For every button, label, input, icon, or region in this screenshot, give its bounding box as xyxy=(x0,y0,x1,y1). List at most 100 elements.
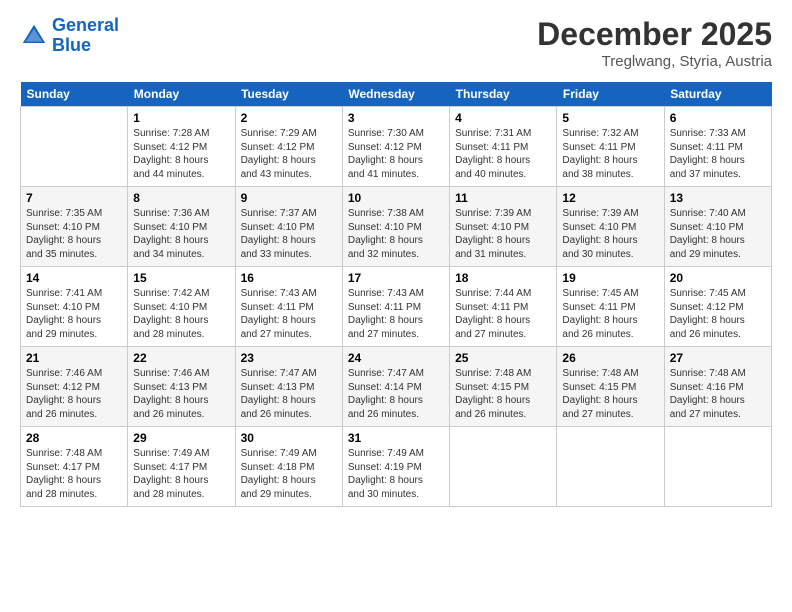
day-info: Sunrise: 7:32 AM Sunset: 4:11 PM Dayligh… xyxy=(562,127,658,181)
day-number: 6 xyxy=(670,111,766,125)
day-info: Sunrise: 7:46 AM Sunset: 4:13 PM Dayligh… xyxy=(133,367,229,421)
title-block: December 2025 Treglwang, Styria, Austria xyxy=(537,16,772,70)
day-number: 17 xyxy=(348,271,444,285)
day-number: 7 xyxy=(26,191,122,205)
day-number: 12 xyxy=(562,191,658,205)
day-info: Sunrise: 7:44 AM Sunset: 4:11 PM Dayligh… xyxy=(455,287,551,341)
week-row-3: 14 Sunrise: 7:41 AM Sunset: 4:10 PM Dayli… xyxy=(21,267,772,347)
day-number: 16 xyxy=(241,271,337,285)
day-info: Sunrise: 7:39 AM Sunset: 4:10 PM Dayligh… xyxy=(455,207,551,261)
day-cell: 1Sunrise: 7:28 AM Sunset: 4:12 PM Daylig… xyxy=(128,107,235,187)
col-header-tuesday: Tuesday xyxy=(235,82,342,107)
day-cell: 22 Sunrise: 7:46 AM Sunset: 4:13 PM Dayli… xyxy=(128,347,235,427)
calendar-table: SundayMondayTuesdayWednesdayThursdayFrid… xyxy=(20,82,772,507)
col-header-friday: Friday xyxy=(557,82,664,107)
col-header-wednesday: Wednesday xyxy=(342,82,449,107)
day-info: Sunrise: 7:47 AM Sunset: 4:14 PM Dayligh… xyxy=(348,367,444,421)
day-info: Sunrise: 7:48 AM Sunset: 4:17 PM Dayligh… xyxy=(26,447,122,501)
day-cell: 30Sunrise: 7:49 AM Sunset: 4:18 PM Dayli… xyxy=(235,427,342,507)
day-cell: 5Sunrise: 7:32 AM Sunset: 4:11 PM Daylig… xyxy=(557,107,664,187)
day-cell: 23 Sunrise: 7:47 AM Sunset: 4:13 PM Dayli… xyxy=(235,347,342,427)
day-number: 29 xyxy=(133,431,229,445)
logo-icon xyxy=(20,22,48,50)
day-cell: 21 Sunrise: 7:46 AM Sunset: 4:12 PM Dayli… xyxy=(21,347,128,427)
day-cell: 9 Sunrise: 7:37 AM Sunset: 4:10 PM Daylig… xyxy=(235,187,342,267)
day-info: Sunrise: 7:46 AM Sunset: 4:12 PM Dayligh… xyxy=(26,367,122,421)
day-cell: 26 Sunrise: 7:48 AM Sunset: 4:15 PM Dayli… xyxy=(557,347,664,427)
day-cell xyxy=(557,427,664,507)
day-number: 14 xyxy=(26,271,122,285)
day-info: Sunrise: 7:39 AM Sunset: 4:10 PM Dayligh… xyxy=(562,207,658,261)
day-info: Sunrise: 7:47 AM Sunset: 4:13 PM Dayligh… xyxy=(241,367,337,421)
col-header-sunday: Sunday xyxy=(21,82,128,107)
day-number: 2 xyxy=(241,111,337,125)
day-info: Sunrise: 7:45 AM Sunset: 4:11 PM Dayligh… xyxy=(562,287,658,341)
day-cell: 31Sunrise: 7:49 AM Sunset: 4:19 PM Dayli… xyxy=(342,427,449,507)
day-cell xyxy=(664,427,771,507)
day-cell: 3Sunrise: 7:30 AM Sunset: 4:12 PM Daylig… xyxy=(342,107,449,187)
location: Treglwang, Styria, Austria xyxy=(537,53,772,70)
day-cell: 7Sunrise: 7:35 AM Sunset: 4:10 PM Daylig… xyxy=(21,187,128,267)
day-info: Sunrise: 7:48 AM Sunset: 4:15 PM Dayligh… xyxy=(562,367,658,421)
day-cell: 4Sunrise: 7:31 AM Sunset: 4:11 PM Daylig… xyxy=(450,107,557,187)
logo-text: General Blue xyxy=(52,16,119,56)
day-info: Sunrise: 7:41 AM Sunset: 4:10 PM Dayligh… xyxy=(26,287,122,341)
day-number: 22 xyxy=(133,351,229,365)
day-info: Sunrise: 7:33 AM Sunset: 4:11 PM Dayligh… xyxy=(670,127,766,181)
day-cell: 8Sunrise: 7:36 AM Sunset: 4:10 PM Daylig… xyxy=(128,187,235,267)
header-row: SundayMondayTuesdayWednesdayThursdayFrid… xyxy=(21,82,772,107)
week-row-4: 21 Sunrise: 7:46 AM Sunset: 4:12 PM Dayli… xyxy=(21,347,772,427)
col-header-thursday: Thursday xyxy=(450,82,557,107)
day-number: 26 xyxy=(562,351,658,365)
day-info: Sunrise: 7:40 AM Sunset: 4:10 PM Dayligh… xyxy=(670,207,766,261)
day-number: 21 xyxy=(26,351,122,365)
day-number: 10 xyxy=(348,191,444,205)
day-number: 28 xyxy=(26,431,122,445)
col-header-saturday: Saturday xyxy=(664,82,771,107)
day-number: 15 xyxy=(133,271,229,285)
day-number: 30 xyxy=(241,431,337,445)
day-info: Sunrise: 7:38 AM Sunset: 4:10 PM Dayligh… xyxy=(348,207,444,261)
day-cell: 28 Sunrise: 7:48 AM Sunset: 4:17 PM Dayli… xyxy=(21,427,128,507)
day-info: Sunrise: 7:48 AM Sunset: 4:16 PM Dayligh… xyxy=(670,367,766,421)
day-cell xyxy=(450,427,557,507)
day-info: Sunrise: 7:48 AM Sunset: 4:15 PM Dayligh… xyxy=(455,367,551,421)
day-number: 4 xyxy=(455,111,551,125)
col-header-monday: Monday xyxy=(128,82,235,107)
week-row-2: 7Sunrise: 7:35 AM Sunset: 4:10 PM Daylig… xyxy=(21,187,772,267)
day-info: Sunrise: 7:49 AM Sunset: 4:17 PM Dayligh… xyxy=(133,447,229,501)
logo: General Blue xyxy=(20,16,119,56)
day-cell: 29 Sunrise: 7:49 AM Sunset: 4:17 PM Dayli… xyxy=(128,427,235,507)
day-number: 19 xyxy=(562,271,658,285)
day-cell: 18 Sunrise: 7:44 AM Sunset: 4:11 PM Dayli… xyxy=(450,267,557,347)
day-cell: 6 Sunrise: 7:33 AM Sunset: 4:11 PM Daylig… xyxy=(664,107,771,187)
day-cell: 13 Sunrise: 7:40 AM Sunset: 4:10 PM Dayli… xyxy=(664,187,771,267)
week-row-5: 28 Sunrise: 7:48 AM Sunset: 4:17 PM Dayli… xyxy=(21,427,772,507)
day-number: 3 xyxy=(348,111,444,125)
day-info: Sunrise: 7:42 AM Sunset: 4:10 PM Dayligh… xyxy=(133,287,229,341)
day-number: 23 xyxy=(241,351,337,365)
day-info: Sunrise: 7:43 AM Sunset: 4:11 PM Dayligh… xyxy=(241,287,337,341)
logo-general: General xyxy=(52,15,119,35)
header: General Blue December 2025 Treglwang, St… xyxy=(20,16,772,70)
day-cell: 27Sunrise: 7:48 AM Sunset: 4:16 PM Dayli… xyxy=(664,347,771,427)
day-info: Sunrise: 7:29 AM Sunset: 4:12 PM Dayligh… xyxy=(241,127,337,181)
day-cell: 15 Sunrise: 7:42 AM Sunset: 4:10 PM Dayli… xyxy=(128,267,235,347)
day-number: 1 xyxy=(133,111,229,125)
day-number: 24 xyxy=(348,351,444,365)
week-row-1: 1Sunrise: 7:28 AM Sunset: 4:12 PM Daylig… xyxy=(21,107,772,187)
day-info: Sunrise: 7:36 AM Sunset: 4:10 PM Dayligh… xyxy=(133,207,229,261)
day-cell: 20Sunrise: 7:45 AM Sunset: 4:12 PM Dayli… xyxy=(664,267,771,347)
day-number: 11 xyxy=(455,191,551,205)
day-info: Sunrise: 7:37 AM Sunset: 4:10 PM Dayligh… xyxy=(241,207,337,261)
day-cell: 17 Sunrise: 7:43 AM Sunset: 4:11 PM Dayli… xyxy=(342,267,449,347)
day-number: 9 xyxy=(241,191,337,205)
day-number: 13 xyxy=(670,191,766,205)
day-info: Sunrise: 7:43 AM Sunset: 4:11 PM Dayligh… xyxy=(348,287,444,341)
day-cell: 11 Sunrise: 7:39 AM Sunset: 4:10 PM Dayli… xyxy=(450,187,557,267)
day-cell: 12 Sunrise: 7:39 AM Sunset: 4:10 PM Dayli… xyxy=(557,187,664,267)
logo-blue: Blue xyxy=(52,35,91,55)
day-number: 25 xyxy=(455,351,551,365)
day-cell: 19 Sunrise: 7:45 AM Sunset: 4:11 PM Dayli… xyxy=(557,267,664,347)
day-number: 18 xyxy=(455,271,551,285)
